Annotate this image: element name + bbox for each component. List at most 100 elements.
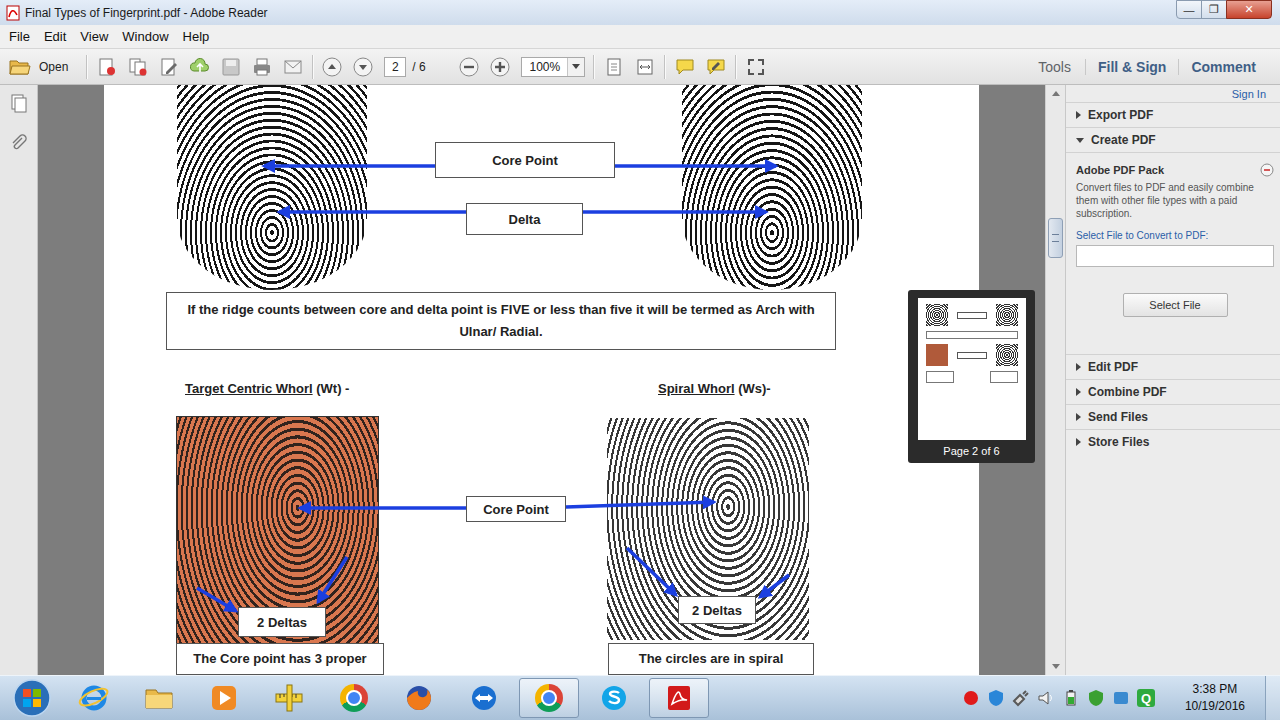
tray-icon[interactable]	[1037, 689, 1055, 707]
whorl-heading: Target Centric Whorl (Wt) -	[185, 381, 349, 396]
scroll-thumb[interactable]	[1048, 218, 1063, 258]
page-thumbnails-icon[interactable]	[9, 93, 29, 113]
toolbar-button[interactable]	[745, 56, 767, 78]
expand-arrow-icon	[1076, 388, 1081, 396]
toolbar: Open 2 / 6 100% ToolsFill & SignComment	[0, 48, 1280, 85]
menu-item[interactable]: Help	[176, 29, 217, 44]
main-area: Core Point Delta If the ridge counts bet…	[0, 85, 1280, 675]
taskbar-app[interactable]	[389, 678, 449, 718]
email-icon	[282, 56, 304, 78]
collapse-icon[interactable]	[1260, 163, 1274, 177]
taskbar-app[interactable]	[324, 678, 384, 718]
panel-section: Edit PDF	[1066, 354, 1280, 379]
toolbar-button[interactable]	[251, 56, 273, 78]
toolbar-button[interactable]	[282, 56, 304, 78]
taskbar-app[interactable]	[259, 678, 319, 718]
section-header[interactable]: Send Files	[1066, 405, 1280, 429]
taskbar-app[interactable]	[194, 678, 254, 718]
taskbar-app[interactable]	[454, 678, 514, 718]
tray-icon[interactable]	[1112, 689, 1130, 707]
show-desktop-button[interactable]	[1265, 676, 1280, 720]
chrome-icon	[340, 684, 368, 712]
tray-icon[interactable]	[1087, 689, 1105, 707]
taskbar-app[interactable]	[649, 678, 709, 718]
menu-item[interactable]: File	[2, 29, 37, 44]
file-explorer-icon	[143, 682, 175, 714]
section-header[interactable]: Store Files	[1066, 430, 1280, 454]
scroll-down-icon[interactable]	[1046, 658, 1065, 675]
select-file-button[interactable]: Select File	[1123, 293, 1228, 317]
plus-icon	[490, 57, 510, 77]
section-header[interactable]: Export PDF	[1066, 103, 1280, 127]
sign-in-link[interactable]: Sign In	[1232, 88, 1266, 100]
toolbar-button[interactable]	[220, 56, 242, 78]
window-control-button[interactable]: ✕	[1226, 0, 1272, 19]
vertical-scrollbar[interactable]	[1045, 85, 1065, 675]
expand-arrow-icon	[1076, 438, 1081, 446]
tray-icon[interactable]	[1012, 689, 1030, 707]
toolbar-button[interactable]	[603, 56, 625, 78]
zoom-in-button[interactable]	[490, 57, 510, 77]
q-app-icon: Q	[1137, 689, 1155, 707]
whorl-caption: The circles are in spiral	[608, 643, 814, 675]
toolbar-button[interactable]	[127, 56, 149, 78]
zoom-dropdown[interactable]: 100%	[521, 57, 585, 77]
toolbar-button[interactable]	[705, 56, 727, 78]
task-link[interactable]: Comment	[1178, 59, 1268, 75]
ruler-icon	[273, 682, 305, 714]
windows-logo-icon	[12, 678, 52, 718]
file-tools	[96, 56, 304, 78]
task-link[interactable]: Fill & Sign	[1085, 59, 1178, 75]
toolbar-button[interactable]	[189, 56, 211, 78]
toolbar-button[interactable]	[96, 56, 118, 78]
toolbar-separator	[664, 55, 666, 79]
taskbar-app[interactable]	[519, 678, 579, 718]
toolbar-separator	[86, 55, 88, 79]
taskbar-app[interactable]	[584, 678, 644, 718]
minus-icon	[459, 57, 479, 77]
tray-icon[interactable]	[962, 689, 980, 707]
file-field[interactable]	[1076, 245, 1274, 267]
previous-page-button[interactable]	[322, 57, 342, 77]
battery-icon	[1062, 689, 1080, 707]
section-header[interactable]: Combine PDF	[1066, 380, 1280, 404]
toolbar-separator	[593, 55, 595, 79]
internet-explorer-icon	[78, 682, 110, 714]
zoom-out-button[interactable]	[459, 57, 479, 77]
document-page: Core Point Delta If the ridge counts bet…	[104, 85, 979, 675]
start-button[interactable]	[8, 677, 56, 719]
section-header[interactable]: Create PDF	[1066, 128, 1280, 152]
pack-title: Adobe PDF Pack	[1076, 164, 1164, 176]
toolbar-button[interactable]	[634, 56, 656, 78]
menu-item[interactable]: Window	[115, 29, 175, 44]
toolbar-button[interactable]	[158, 56, 180, 78]
toolbar-button[interactable]	[674, 56, 696, 78]
tray-icon[interactable]	[1062, 689, 1080, 707]
paperclip-icon[interactable]	[9, 133, 29, 153]
clock[interactable]: 3:38 PM 10/19/2016	[1185, 681, 1245, 715]
menu-item[interactable]: Edit	[37, 29, 73, 44]
taskbar: Q 3:38 PM 10/19/2016	[0, 675, 1280, 720]
next-page-button[interactable]	[353, 57, 373, 77]
core-point-label: Core Point	[466, 496, 566, 522]
window-control-button[interactable]: ❐	[1201, 0, 1227, 19]
open-button[interactable]: Open	[9, 58, 78, 76]
skype-icon	[598, 682, 630, 714]
page-number-field[interactable]: 2	[384, 57, 406, 77]
taskbar-app[interactable]	[129, 678, 189, 718]
window-control-button[interactable]: —	[1176, 0, 1202, 19]
menu-item[interactable]: View	[73, 29, 115, 44]
speaker-icon	[1037, 689, 1055, 707]
scroll-up-icon[interactable]	[1046, 85, 1065, 102]
tray-icon[interactable]: Q	[1137, 689, 1155, 707]
navigation-pane	[0, 85, 38, 675]
task-link[interactable]: Tools	[1026, 59, 1085, 75]
tray-icon[interactable]	[987, 689, 1005, 707]
task-links: ToolsFill & SignComment	[1026, 59, 1268, 75]
section-header[interactable]: Edit PDF	[1066, 355, 1280, 379]
deltas-label: 2 Deltas	[678, 596, 756, 624]
fit-width-icon	[634, 56, 656, 78]
fingerprint-image	[177, 85, 367, 290]
taskbar-app[interactable]	[64, 678, 124, 718]
page-thumbnail-tooltip: Page 2 of 6	[908, 290, 1035, 463]
